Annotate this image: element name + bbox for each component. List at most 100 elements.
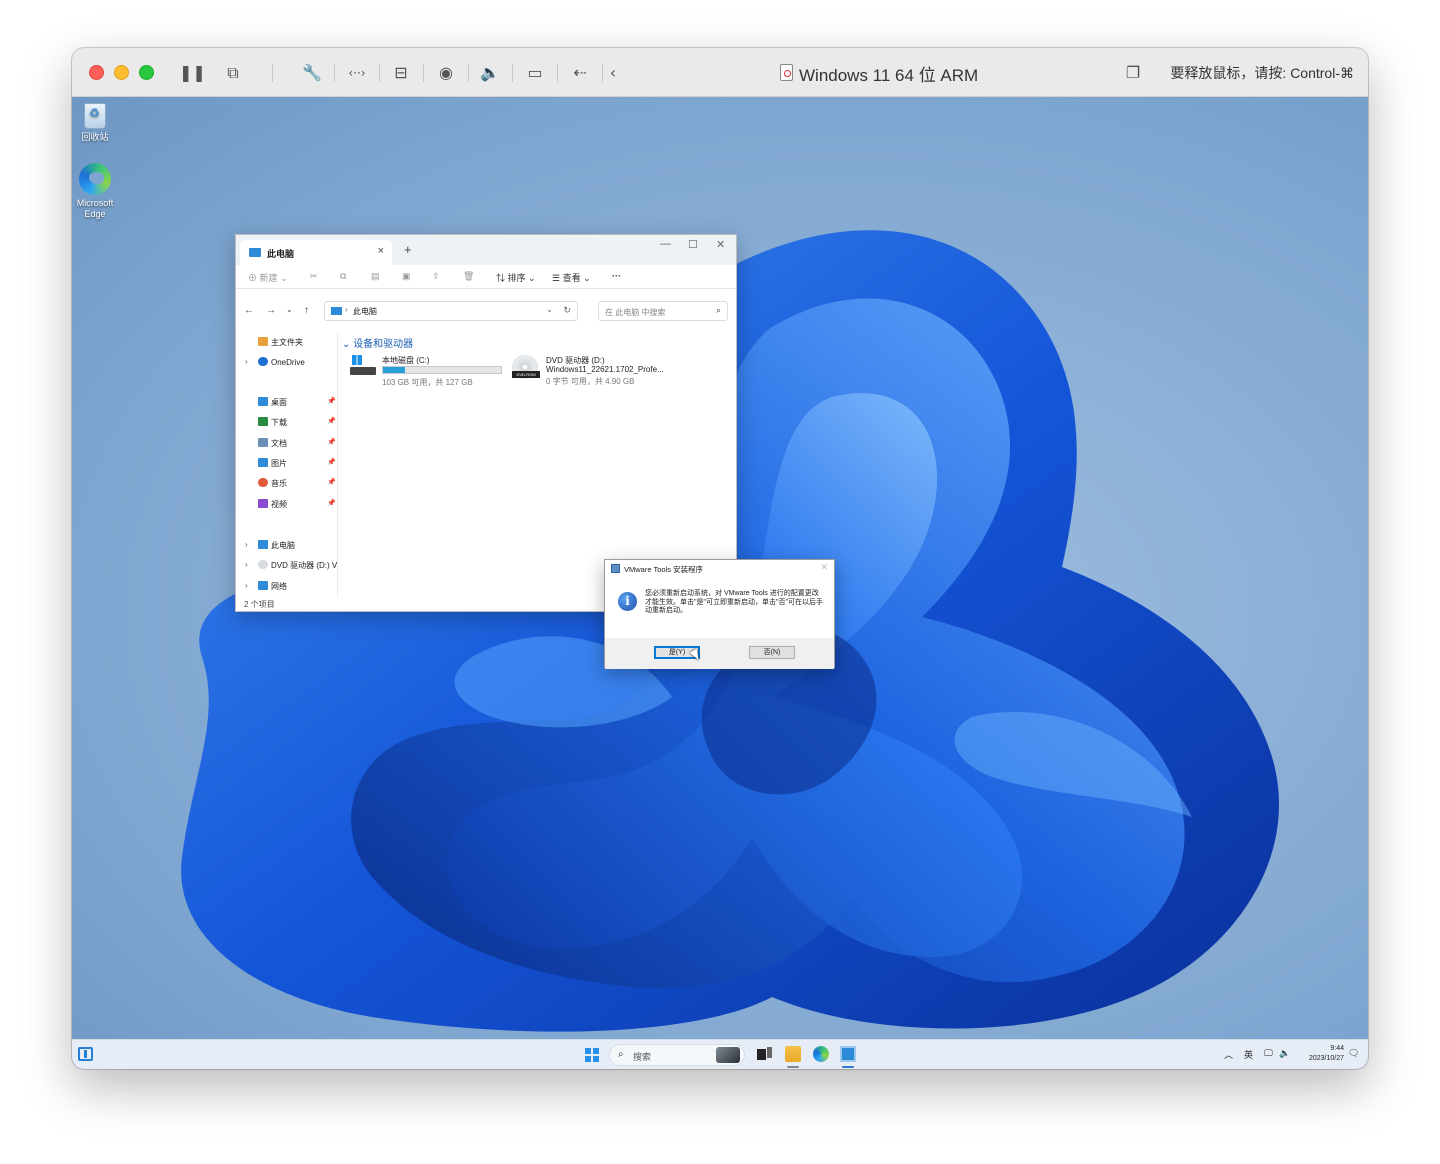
search-input[interactable]: 在 此电脑 中搜索 ⌕ [598, 301, 728, 321]
release-mouse-hint: 要释放鼠标，请按: Control-⌘ [1170, 65, 1354, 81]
drive-usage-fill [383, 367, 406, 373]
nav-item-downloads[interactable]: 下载 [258, 417, 287, 428]
widgets-icon[interactable] [78, 1047, 93, 1061]
vmware-tools-installer-icon[interactable] [840, 1046, 856, 1062]
video-icon[interactable]: ▭ [524, 62, 546, 84]
desktop-icon-label: Microsoft Edge [76, 198, 114, 219]
search-placeholder: 搜索 [633, 1052, 652, 1062]
minimize-icon[interactable]: — [660, 238, 671, 250]
recycle-bin-icon [84, 103, 106, 129]
desktop-icon-recycle-bin[interactable]: 回收站 [72, 103, 123, 143]
breadcrumb[interactable]: 此电脑 [353, 306, 377, 317]
close-icon[interactable]: ✕ [716, 238, 725, 251]
usb-icon[interactable]: ⇠ [569, 62, 591, 84]
dialog-message: 您必须重新启动系统，对 VMware Tools 进行的配置更改才能生效。单击"… [645, 590, 823, 614]
cut-icon[interactable]: ✂ [310, 271, 318, 282]
settings-wrench-icon[interactable]: 🔧 [301, 62, 323, 84]
pause-icon[interactable]: ❚❚ [179, 62, 206, 84]
paste-icon[interactable]: ▤ [371, 271, 380, 282]
ime-indicator[interactable]: 英 [1244, 1048, 1253, 1061]
address-bar[interactable]: › 此电脑 ⌄ ↻ [324, 301, 578, 321]
recent-dropdown-icon[interactable]: ⌄ [286, 305, 293, 314]
notification-icon[interactable]: 🗨 [1348, 1048, 1359, 1059]
camera-user-icon[interactable]: ◉ [435, 62, 457, 84]
taskbar-clock[interactable]: 9:44 2023/10/27 [1309, 1044, 1344, 1064]
nav-item-music[interactable]: 音乐 [258, 478, 287, 489]
tab-this-pc[interactable]: 此电脑 × [240, 240, 392, 265]
refresh-icon[interactable]: ↻ [563, 305, 571, 316]
task-view-icon[interactable] [757, 1046, 773, 1062]
expand-chevron-icon[interactable]: › [245, 357, 248, 366]
pane-splitter[interactable] [337, 333, 338, 598]
windows-desktop[interactable]: 回收站 Microsoft Edge 此电脑 × + — ☐ ✕ ⊕ 新建 ⌄ … [72, 97, 1368, 1039]
drive-d[interactable]: DVD-ROM DVD 驱动器 (D:) Windows11_22621.170… [512, 355, 712, 387]
fullscreen-window-button[interactable] [139, 65, 154, 80]
dvd-badge: DVD-ROM [512, 371, 540, 378]
picture-icon [258, 458, 268, 467]
installer-icon [611, 564, 620, 573]
minimize-window-button[interactable] [114, 65, 129, 80]
nav-label: 此电脑 [271, 541, 295, 550]
section-header[interactable]: ⌄ 设备和驱动器 [342, 335, 413, 350]
dialog-body: i 您必须重新启动系统，对 VMware Tools 进行的配置更改才能生效。单… [605, 578, 834, 638]
address-row: ← → ⌄ ↑ › 此电脑 ⌄ ↻ 在 此电脑 中搜索 ⌕ [236, 289, 736, 333]
desktop-icon-edge[interactable]: Microsoft Edge [72, 163, 123, 220]
pin-icon: 📌 [327, 479, 336, 486]
edge-icon[interactable] [813, 1046, 829, 1062]
expand-chevron-icon[interactable]: › [245, 560, 248, 569]
snapshot-icon[interactable]: ⧉ [222, 62, 244, 84]
more-button[interactable]: ··· [612, 271, 621, 281]
code-icon[interactable]: ‹··› [346, 62, 368, 84]
video-icon [258, 499, 268, 508]
nav-item-onedrive[interactable]: OneDrive [258, 357, 305, 367]
expand-chevron-icon[interactable]: › [245, 540, 248, 549]
sort-button[interactable]: ⇅ 排序 ⌄ [496, 271, 536, 284]
nav-item-dvd[interactable]: DVD 驱动器 (D:) V [258, 560, 337, 571]
close-icon[interactable]: ✕ [820, 562, 828, 573]
nav-item-pictures[interactable]: 图片 [258, 458, 287, 469]
nav-item-network[interactable]: 网络 [258, 581, 287, 592]
nav-item-documents[interactable]: 文档 [258, 438, 287, 449]
delete-icon[interactable]: 🗑 [463, 271, 474, 282]
new-tab-button[interactable]: + [404, 242, 412, 257]
maximize-icon[interactable]: ☐ [688, 238, 698, 251]
nav-item-this-pc[interactable]: 此电脑 [258, 540, 295, 551]
file-explorer-icon[interactable] [785, 1046, 801, 1062]
chevron-down-icon[interactable]: ⌄ [546, 305, 553, 314]
nav-item-desktop[interactable]: 桌面 [258, 397, 287, 408]
forward-arrow-icon[interactable]: → [266, 305, 276, 316]
up-arrow-icon[interactable]: ↑ [304, 305, 309, 316]
start-button[interactable] [585, 1048, 599, 1062]
copy-icon[interactable]: ⧉ [340, 271, 346, 282]
navigation-pane: 主文件夹 › OneDrive 桌面 📌 下载 📌 文档 📌 图片 📌 音乐 📌… [236, 333, 337, 595]
no-button[interactable]: 否(N) [749, 646, 795, 659]
file-explorer-window: 此电脑 × + — ☐ ✕ ⊕ 新建 ⌄ ✂ ⧉ ▤ ▣ ⇪ 🗑 ⇅ 排序 ⌄ … [235, 234, 737, 612]
taskbar-search[interactable]: ⌕ 搜索 [609, 1044, 745, 1066]
back-icon[interactable]: ‹ [602, 62, 624, 84]
share-icon[interactable]: ⇪ [432, 271, 440, 282]
vm-titlebar: ❚❚ ⧉ 🔧 ‹··› ⊟ ◉ 🔈 ▭ ⇠ ‹ Windows 11 64 位 … [72, 48, 1368, 97]
view-button[interactable]: ☰ 查看 ⌄ [552, 271, 591, 284]
view-label: 查看 [562, 273, 581, 283]
chevron-up-icon[interactable]: ︿ [1224, 1048, 1233, 1061]
rename-icon[interactable]: ▣ [402, 271, 411, 282]
network-icon[interactable]: 🖵 [1264, 1048, 1273, 1059]
nav-item-videos[interactable]: 视频 [258, 499, 287, 510]
document-icon [258, 438, 268, 447]
volume-icon[interactable]: 🔈 [1279, 1048, 1290, 1059]
search-icon: ⌕ [618, 1049, 624, 1060]
drive-c[interactable]: 本地磁盘 (C:) 103 GB 可用，共 127 GB [350, 355, 510, 387]
back-arrow-icon[interactable]: ← [244, 305, 254, 316]
search-icon: ⌕ [715, 305, 721, 315]
hard-disk-icon[interactable]: ⊟ [390, 62, 412, 84]
expand-chevron-icon[interactable]: › [245, 581, 248, 590]
nav-label: 视频 [271, 500, 287, 509]
new-label: 新建 [259, 273, 278, 283]
new-button[interactable]: ⊕ 新建 ⌄ [248, 271, 288, 284]
close-window-button[interactable] [89, 65, 104, 80]
window-copy-icon[interactable]: ❐ [1122, 62, 1144, 84]
volume-icon[interactable]: 🔈 [479, 62, 501, 84]
nav-item-home[interactable]: 主文件夹 [258, 337, 303, 348]
close-tab-icon[interactable]: × [378, 245, 384, 257]
vm-window: ❚❚ ⧉ 🔧 ‹··› ⊟ ◉ 🔈 ▭ ⇠ ‹ Windows 11 64 位 … [72, 48, 1368, 1069]
